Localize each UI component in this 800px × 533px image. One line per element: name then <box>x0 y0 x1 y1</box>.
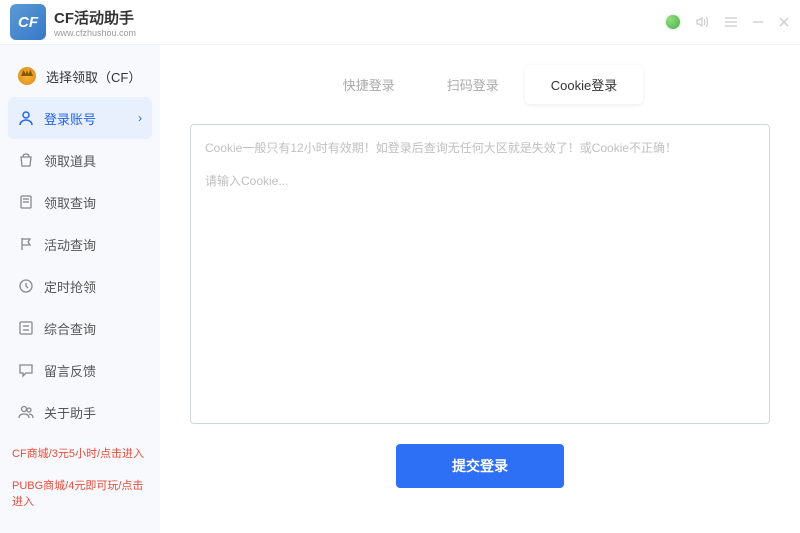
crown-icon <box>18 67 36 85</box>
titlebar: CF CF活动助手 www.cfzhushou.com <box>0 0 800 45</box>
app-subtitle: www.cfzhushou.com <box>54 28 136 38</box>
flag-icon <box>18 236 34 252</box>
sidebar-item-label: 定时抢领 <box>44 277 96 296</box>
sidebar-item-claim-query[interactable]: 领取查询 <box>0 181 160 223</box>
volume-icon[interactable] <box>694 14 710 30</box>
users-icon <box>18 404 34 420</box>
tab-quick-login[interactable]: 快捷登录 <box>317 65 421 104</box>
menu-icon[interactable] <box>724 15 738 29</box>
user-icon <box>18 110 34 126</box>
sidebar-item-label: 关于助手 <box>44 403 96 422</box>
sidebar-item-claim[interactable]: 领取道具 <box>0 139 160 181</box>
cookie-input[interactable] <box>205 172 755 412</box>
title-block: CF活动助手 www.cfzhushou.com <box>54 7 136 38</box>
cookie-hint-text: Cookie一般只有12小时有效期！如登录后查询无任何大区就是失效了！或Cook… <box>205 139 755 156</box>
sidebar-item-schedule[interactable]: 定时抢领 <box>0 265 160 307</box>
promo-link-cf[interactable]: CF商城/3元5小时/点击进入 <box>6 437 154 469</box>
content-area: 快捷登录 扫码登录 Cookie登录 Cookie一般只有12小时有效期！如登录… <box>160 45 800 533</box>
chat-icon <box>18 362 34 378</box>
sidebar-item-comprehensive[interactable]: 综合查询 <box>0 307 160 349</box>
sidebar-item-label: 登录账号 <box>44 109 96 128</box>
sidebar-item-label: 综合查询 <box>44 319 96 338</box>
tab-cookie-login[interactable]: Cookie登录 <box>525 65 643 104</box>
minimize-button[interactable] <box>752 16 764 28</box>
close-button[interactable] <box>778 16 790 28</box>
status-indicator-icon <box>666 15 680 29</box>
login-tabs: 快捷登录 扫码登录 Cookie登录 <box>190 65 770 104</box>
bag-icon <box>18 152 34 168</box>
tab-scan-login[interactable]: 扫码登录 <box>421 65 525 104</box>
app-logo: CF <box>10 4 46 40</box>
list-icon <box>18 320 34 336</box>
sidebar-item-label: 活动查询 <box>44 235 96 254</box>
sidebar-item-activity-query[interactable]: 活动查询 <box>0 223 160 265</box>
receipt-icon <box>18 194 34 210</box>
sidebar-item-label: 领取道具 <box>44 151 96 170</box>
clock-icon <box>18 278 34 294</box>
sidebar-item-feedback[interactable]: 留言反馈 <box>0 349 160 391</box>
sidebar: 选择领取（CF） 登录账号 › 领取道具 领取查询 活动查询 <box>0 45 160 533</box>
submit-button[interactable]: 提交登录 <box>396 444 564 488</box>
sidebar-item-label: 领取查询 <box>44 193 96 212</box>
app-title: CF活动助手 <box>54 7 136 28</box>
sidebar-item-select[interactable]: 选择领取（CF） <box>0 55 160 97</box>
chevron-right-icon: › <box>138 111 142 125</box>
sidebar-item-label: 选择领取（CF） <box>46 67 141 86</box>
promo-link-pubg[interactable]: PUBG商城/4元即可玩/点击进入 <box>6 469 154 517</box>
sidebar-item-label: 留言反馈 <box>44 361 96 380</box>
cookie-panel: Cookie一般只有12小时有效期！如登录后查询无任何大区就是失效了！或Cook… <box>190 124 770 424</box>
sidebar-item-login[interactable]: 登录账号 › <box>8 97 152 139</box>
sidebar-item-about[interactable]: 关于助手 <box>0 391 160 433</box>
